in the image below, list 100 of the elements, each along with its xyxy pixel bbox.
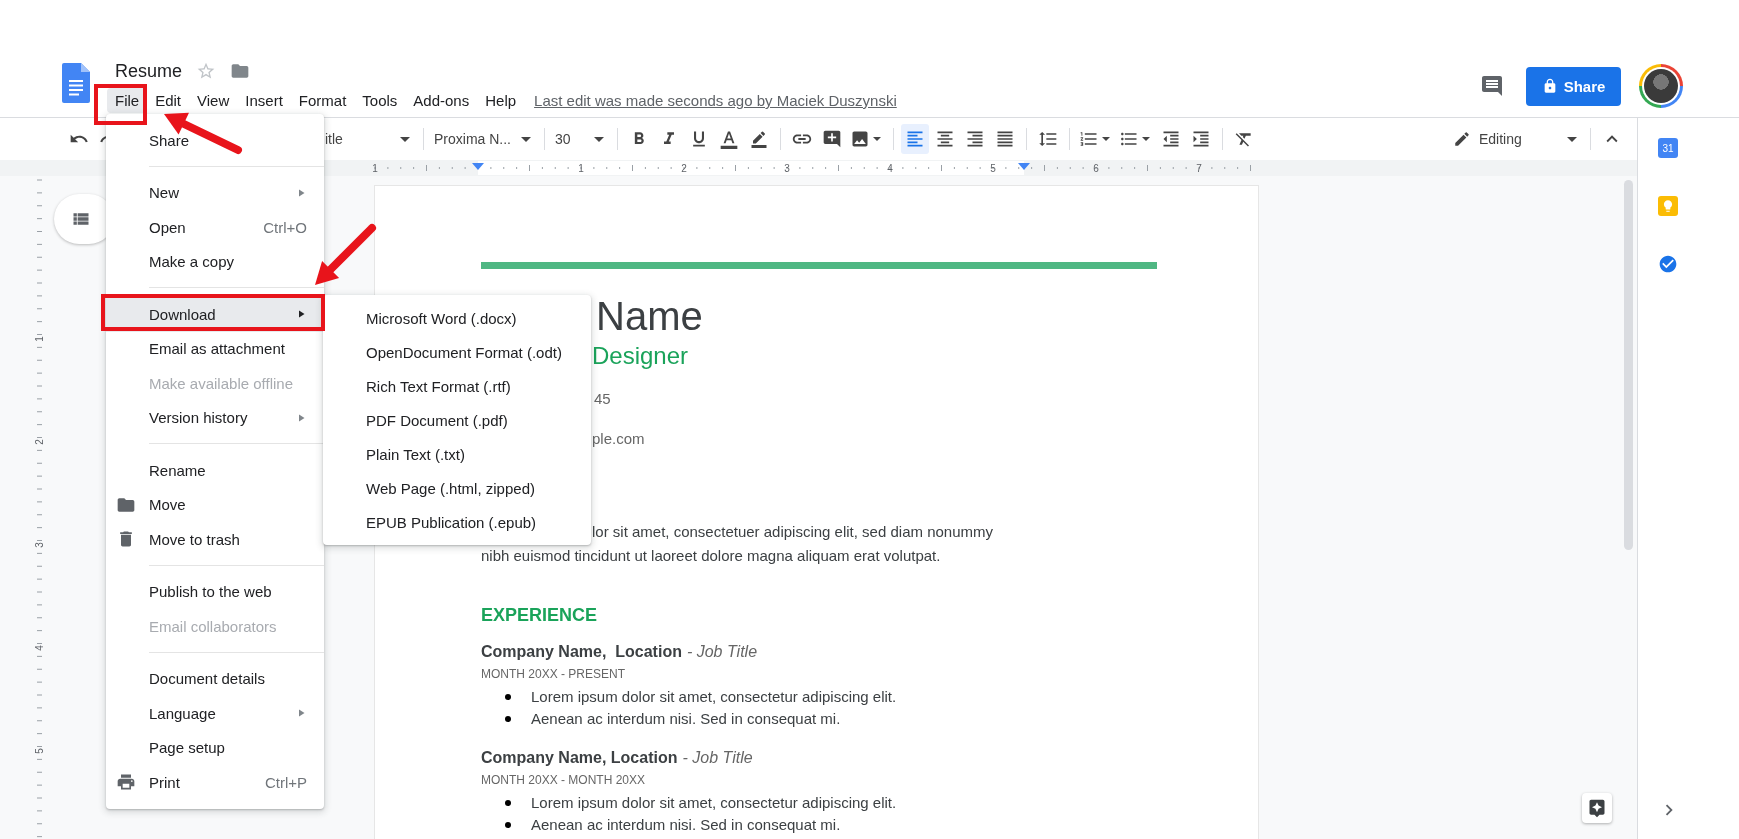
menu-row[interactable]: Version history: [106, 400, 324, 435]
line-spacing-icon: [1038, 129, 1058, 149]
menu-item[interactable]: Help: [477, 88, 525, 113]
menu-label: New: [149, 184, 180, 202]
align-left-button[interactable]: [901, 124, 929, 154]
company-name: Company Name, Location: [481, 748, 678, 768]
bullet-text: Aenean ac interdum nisi. Sed in consequat mi.: [531, 815, 841, 835]
menu-item[interactable]: Edit: [147, 88, 190, 113]
bullet-text: Lorem ipsum dolor sit amet, consectetur adipiscing elit.: [531, 687, 897, 707]
highlight-frame: [94, 84, 147, 125]
menu-label: Share: [149, 131, 191, 149]
comment-icon[interactable]: [1480, 74, 1504, 98]
phone-text: 45: [594, 389, 612, 409]
sparkle-chat-icon: [1587, 798, 1607, 818]
bullet-dot: [505, 694, 511, 700]
job-title: - Job Title: [686, 642, 758, 662]
avatar[interactable]: [1639, 64, 1683, 108]
indent-marker[interactable]: [472, 163, 484, 170]
printer-icon: [115, 772, 136, 793]
menu-label: Page setup: [149, 739, 226, 757]
menu-item[interactable]: Plain Text (.txt): [323, 437, 591, 471]
increase-indent-icon: [1191, 129, 1211, 149]
menu-item[interactable]: Rich Text Format (.rtf): [323, 369, 591, 403]
role-subtitle: Designer: [592, 341, 690, 371]
menu-label: Make available offline: [149, 374, 294, 392]
menu-row[interactable]: Make a copy: [106, 244, 324, 279]
menu-item[interactable]: Add-ons: [405, 88, 478, 113]
menu-row[interactable]: Rename: [106, 453, 324, 488]
bullet-dot: [505, 716, 511, 722]
menu-item[interactable]: OpenDocument Format (.odt): [323, 335, 591, 369]
menu-row[interactable]: Page setup: [106, 730, 324, 765]
menu-row[interactable]: Move to trash: [106, 522, 324, 557]
menu-row[interactable]: Share: [106, 123, 324, 158]
pencil-icon: [1453, 130, 1471, 148]
menu-row[interactable]: Open Ctrl+O: [106, 210, 324, 245]
menu-item[interactable]: Microsoft Word (.docx): [323, 301, 591, 335]
menu-row[interactable]: Document details: [106, 661, 324, 696]
menu-row[interactable]: New: [106, 175, 324, 210]
text-color-icon: [719, 129, 739, 149]
ruler-number: 7: [1196, 163, 1202, 174]
caret-icon: [594, 136, 604, 142]
menu-row[interactable]: Language: [106, 696, 324, 731]
lightbulb-icon: [1661, 199, 1675, 213]
document-title[interactable]: Resume: [115, 60, 183, 82]
ruler-number: 6: [1093, 163, 1099, 174]
menu-label: Document details: [149, 670, 266, 688]
shortcut-text: Ctrl+P: [264, 773, 307, 791]
menu-label: Open: [149, 218, 187, 236]
document-icon[interactable]: [62, 63, 90, 103]
menu-item[interactable]: View: [189, 88, 238, 113]
menu-label: Move to trash: [149, 530, 241, 548]
editing-mode-dropdown[interactable]: Editing: [1449, 124, 1584, 154]
caret-icon: [400, 136, 410, 142]
share-button[interactable]: Share: [1526, 66, 1621, 106]
company-name: Company Name, Location: [481, 642, 682, 662]
align-justify-icon: [995, 129, 1015, 149]
menu-row[interactable]: Print Ctrl+P: [106, 765, 324, 800]
menu-label: Email as attachment: [149, 340, 286, 358]
font-dropdown[interactable]: Proxima N...: [430, 124, 538, 154]
menu-row[interactable]: Email as attachment: [106, 331, 324, 366]
folder-icon[interactable]: [230, 61, 251, 81]
menu-item[interactable]: Format: [290, 88, 355, 113]
font-size-dropdown[interactable]: 30: [551, 124, 611, 154]
ruler-number: 5: [34, 748, 45, 754]
menu-row[interactable]: Publish to the web: [106, 574, 324, 609]
decrease-indent-icon: [1161, 129, 1181, 149]
menu-label: Make a copy: [149, 253, 236, 271]
menu-item[interactable]: EPUB Publication (.epub): [323, 505, 591, 539]
summary-text: lor sit amet, consectetuer adipiscing elit, sed diam nonummy: [592, 522, 994, 542]
style-dropdown[interactable]: itle: [321, 124, 417, 154]
menu-row[interactable]: Move: [106, 487, 324, 522]
last-edit-link[interactable]: Last edit was made seconds ago by Maciek Duszynski: [534, 92, 897, 109]
menu-item[interactable]: Web Page (.html, zipped): [323, 471, 591, 505]
indent-marker[interactable]: [1018, 163, 1030, 170]
image-icon: [850, 129, 870, 149]
job-title: - Job Title: [682, 748, 753, 768]
menu-item[interactable]: Insert: [237, 88, 291, 113]
align-center-icon: [935, 129, 955, 149]
bullet-dot: [505, 822, 511, 828]
menu-label: Print: [149, 773, 181, 791]
pen-icon: [750, 130, 768, 148]
menu-label: Download: [149, 305, 217, 323]
explore-button[interactable]: [1582, 793, 1612, 823]
tasks-button[interactable]: [1658, 254, 1678, 274]
menu-label: Move: [149, 496, 187, 514]
menu-item[interactable]: Tools: [354, 88, 406, 113]
ruler-number: 3: [34, 542, 45, 548]
caret-icon: [873, 137, 881, 141]
ruler-number: 4: [34, 645, 45, 651]
align-left-icon: [905, 129, 925, 149]
email-text: ple.com: [592, 429, 646, 449]
ruler-number: 2: [681, 163, 687, 174]
caret-icon: [521, 136, 531, 142]
bullet-text: Aenean ac interdum nisi. Sed in consequat mi.: [531, 709, 841, 729]
add-comment-icon: [822, 129, 842, 149]
calendar-button[interactable]: 31: [1658, 138, 1678, 158]
ruler-number: 5: [990, 163, 996, 174]
menu-label: Email collaborators: [149, 617, 278, 635]
scrollbar[interactable]: [1624, 180, 1633, 550]
menu-item[interactable]: PDF Document (.pdf): [323, 403, 591, 437]
